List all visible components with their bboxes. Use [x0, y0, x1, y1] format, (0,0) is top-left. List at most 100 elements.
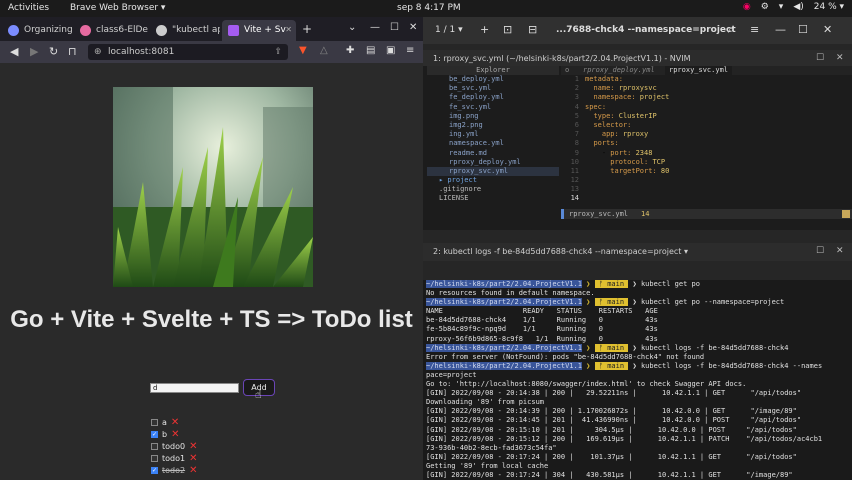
tab-kubectl[interactable]: "kubectl ap [150, 20, 220, 41]
yaml-value: 2348 [631, 148, 653, 157]
explorer-file[interactable]: be_svc.yml [427, 84, 559, 93]
code-line: 11 targetPort: 80 [561, 167, 841, 176]
brave-rewards-icon[interactable]: △ [320, 45, 328, 56]
pane-maximize-icon[interactable]: ☐ [816, 246, 824, 256]
code-line: 2 name: rproxysvc [561, 84, 841, 93]
share-icon[interactable]: ⇪ [274, 47, 282, 57]
explorer-file[interactable]: readme.md [427, 149, 559, 158]
explorer-file[interactable]: img.png [427, 112, 559, 121]
log-line: Getting '89' from local cache [426, 461, 549, 470]
menu-icon[interactable]: ≡ [406, 45, 414, 56]
log-line: [GIN] 2022/09/08 - 20:15:12 | 200 | 169.… [426, 434, 823, 443]
status-file: rproxy_svc.yml [569, 210, 629, 218]
explorer-file[interactable]: fe_deploy.yml [427, 93, 559, 102]
forward-icon[interactable]: ▶ [30, 45, 38, 58]
activities-button[interactable]: Activities [8, 3, 49, 13]
info-icon[interactable]: ⊕ [94, 47, 102, 57]
file-explorer: Explorer be_deploy.yml be_svc.yml fe_dep… [427, 66, 559, 213]
extensions-icon[interactable]: ✚ [346, 45, 354, 56]
log-line: Downloading '89' from picsum [426, 398, 545, 407]
minimize-icon[interactable]: — [775, 23, 786, 36]
settings-tray-icon[interactable]: ⚙ [761, 2, 769, 12]
volume-icon[interactable]: ◀) [793, 2, 803, 12]
delete-icon[interactable]: ✕ [189, 453, 197, 464]
brave-tray-icon[interactable]: ◉ [743, 2, 751, 12]
maximize-icon[interactable]: ☐ [390, 22, 399, 33]
delete-icon[interactable]: ✕ [189, 441, 197, 452]
explorer-file[interactable]: LICENSE [427, 194, 559, 203]
address-bar[interactable]: ⊕ localhost:8081 ⇪ [88, 44, 288, 60]
wallet-icon[interactable]: ▣ [386, 45, 395, 56]
app-menu[interactable]: Brave Web Browser ▾ [70, 3, 165, 13]
explorer-file-selected[interactable]: rproxy_svc.yml [427, 166, 559, 177]
buffer-tab[interactable]: o [565, 66, 569, 75]
pane-close-icon[interactable]: ✕ [836, 53, 844, 63]
close-window-icon[interactable]: ✕ [409, 22, 417, 33]
todo-checkbox[interactable] [151, 454, 158, 462]
brave-shields-icon[interactable]: ▼ [299, 45, 307, 56]
sidebar-icon[interactable]: ▤ [366, 45, 375, 56]
yaml-value: project [635, 93, 670, 102]
back-icon[interactable]: ◀ [10, 45, 18, 58]
battery-label[interactable]: 24 % ▾ [814, 2, 844, 12]
explorer-folder[interactable]: ▸ project [427, 176, 559, 185]
tab-label: "kubectl ap [172, 25, 220, 35]
delete-icon[interactable]: ✕ [189, 465, 197, 476]
line-number: 1 [574, 75, 579, 83]
explorer-file[interactable]: be_deploy.yml [427, 75, 559, 84]
search-icon[interactable]: ⌕ [728, 23, 734, 37]
maximize-icon[interactable]: ☐ [798, 23, 808, 36]
buffer-tab-active[interactable]: rproxy_svc.yml [665, 66, 733, 75]
code-line: 12 [561, 176, 841, 185]
network-tray-icon[interactable]: ▾ [779, 2, 784, 12]
system-tray[interactable]: ◉ ⚙ ▾ ◀) 24 % ▾ [743, 2, 844, 12]
todo-item: a ✕ [151, 416, 197, 428]
clock[interactable]: sep 8 4:17 PM [397, 3, 461, 13]
minimize-icon[interactable]: — [370, 22, 380, 33]
explorer-file[interactable]: namespace.yml [427, 139, 559, 148]
url-text[interactable]: localhost:8081 [108, 47, 174, 57]
page-indicator[interactable]: 1 / 1 ▾ [435, 25, 463, 35]
todo-checkbox[interactable] [151, 418, 158, 426]
todo-input[interactable]: d [150, 383, 239, 393]
split-icon[interactable]: ⊡ [503, 23, 512, 36]
todo-checkbox[interactable]: ✓ [151, 466, 158, 474]
log-output[interactable]: ~/helsinki-k8s/part2/2.04.ProjectV1.1 ❯ … [423, 280, 852, 480]
tab-label: Vite + Sv [244, 25, 286, 35]
new-tab-button[interactable]: + [480, 23, 489, 36]
yaml-value: 80 [656, 166, 670, 175]
pane-close-icon[interactable]: ✕ [836, 246, 844, 256]
menu-icon[interactable]: ≡ [750, 23, 759, 36]
reload-icon[interactable]: ↻ [49, 45, 58, 58]
yaml-key: type: [593, 111, 615, 120]
prompt-arrow-icon: ❯ [581, 361, 595, 370]
split-vertical-icon[interactable]: ⊟ [528, 23, 537, 36]
pane2-title: 2: kubectl logs -f be-84d5dd7688-chck4 -… [433, 247, 688, 256]
explorer-file[interactable]: ing.yml [427, 130, 559, 139]
explorer-file[interactable]: img2.png [427, 121, 559, 130]
bookmark-icon[interactable]: ⊓ [68, 45, 77, 58]
new-tab-button[interactable]: + [302, 22, 312, 36]
buffer-tab[interactable]: rproxy_deploy.yml [583, 66, 655, 75]
tab-organizing[interactable]: Organizing [2, 20, 72, 41]
code-area[interactable]: 1 metadata: 2 name: rproxysvc 3 namespace: … [561, 75, 841, 204]
explorer-file[interactable]: .gitignore [427, 185, 559, 194]
tab-search-icon[interactable]: ⌄ [348, 22, 356, 33]
code-line: 4 spec: [561, 103, 841, 112]
todo-checkbox[interactable] [151, 442, 158, 450]
todo-checkbox[interactable]: ✓ [151, 430, 158, 438]
page-title: Go + Vite + Svelte + TS => ToDo list [10, 306, 413, 333]
tab-class6[interactable]: class6-ElDe [74, 20, 148, 41]
line-number: 7 [574, 130, 579, 139]
delete-icon[interactable]: ✕ [171, 417, 179, 428]
pane-maximize-icon[interactable]: ☐ [816, 53, 824, 63]
tab-close-icon[interactable]: ✕ [285, 25, 292, 34]
delete-icon[interactable]: ✕ [171, 429, 179, 440]
prompt-path: ~/helsinki-k8s/part2/2.04.ProjectV1.1 [426, 343, 582, 352]
yaml-value: TCP [648, 157, 666, 166]
explorer-file[interactable]: rproxy_deploy.yml [427, 158, 559, 167]
close-window-icon[interactable]: ✕ [823, 23, 832, 36]
explorer-file[interactable]: fe_svc.yml [427, 103, 559, 112]
prompt-line: ~/helsinki-k8s/part2/2.04.ProjectV1.1 ❯ … [423, 361, 852, 371]
tab-vite-svelte[interactable]: Vite + Sv ✕ [222, 20, 296, 41]
